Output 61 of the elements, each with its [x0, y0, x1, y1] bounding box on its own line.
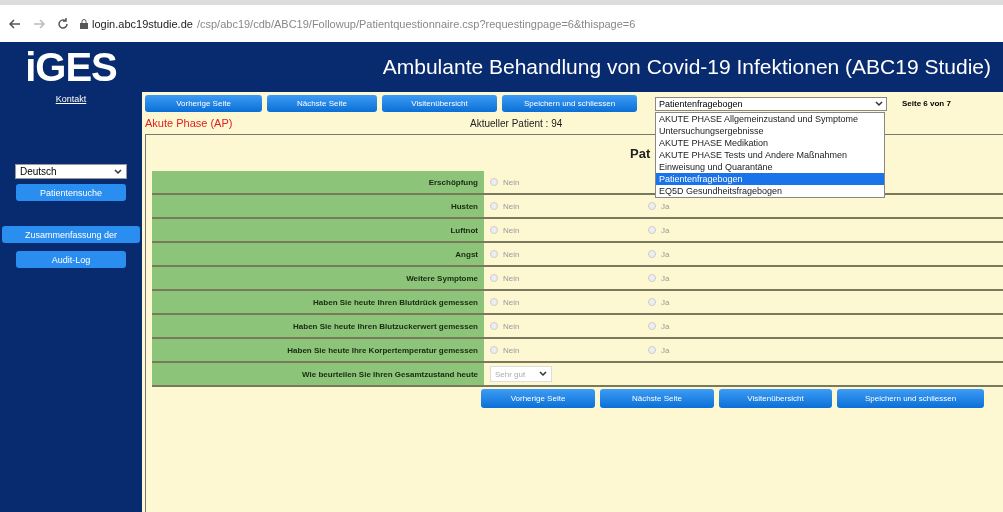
dropdown-option[interactable]: Untersuchungsergebnisse: [656, 124, 884, 137]
nav-button[interactable]: Vorherige Seite: [481, 389, 595, 408]
page-select[interactable]: Patientenfragebogen: [655, 96, 887, 111]
reload-icon[interactable]: [56, 16, 70, 31]
sidebar-button[interactable]: Zusammenfassung der: [2, 226, 140, 243]
question-label: Haben Sie heute Ihre Korpertemperatur gemessen: [152, 339, 484, 361]
radio-option[interactable]: Nein: [490, 321, 648, 331]
page-indicator: Seite 6 von 7: [902, 99, 951, 108]
dropdown-option[interactable]: AKUTE PHASE Medikation: [656, 136, 884, 149]
radio-option[interactable]: Ja: [648, 201, 748, 211]
caret-icon: [114, 168, 122, 175]
radio-option[interactable]: Nein: [490, 345, 648, 355]
radio-option[interactable]: Nein: [490, 273, 648, 283]
question-label: Haben Sie heute Ihren Blutdrück gemessen: [152, 291, 484, 313]
radio-option[interactable]: Nein: [490, 297, 648, 307]
language-select[interactable]: Deutsch: [15, 164, 127, 179]
phase-label: Akute Phase (AP): [145, 117, 234, 129]
question-label: Husten: [152, 195, 484, 217]
url-host: login.abc19studie.de: [92, 17, 193, 30]
question-label: Wie beurteilen Sie Ihren Gesamtzustand heute: [152, 363, 484, 385]
url-path: /csp/abc19/cdb/ABC19/Followup/Patientquestionnaire.csp?requestingpage=6&thispage=6: [196, 17, 636, 30]
nav-button[interactable]: Speichern und schliessen: [837, 389, 984, 408]
dropdown-option[interactable]: Einweisung und Quarantäne: [656, 160, 884, 173]
caret-icon: [875, 100, 883, 107]
question-label: Angst: [152, 243, 484, 265]
question-label: Erschöpfung: [152, 171, 484, 193]
nav-button[interactable]: Vorherige Seite: [145, 95, 262, 112]
radio-option[interactable]: Ja: [648, 225, 748, 235]
back-icon[interactable]: [8, 16, 22, 31]
caret-icon: [539, 371, 547, 377]
radio-option[interactable]: Ja: [648, 345, 748, 355]
nav-button[interactable]: Visitenübersicht: [719, 389, 832, 408]
contact-link[interactable]: Kontakt: [55, 94, 87, 104]
question-label: Weitere Symptome: [152, 267, 484, 289]
rating-select[interactable]: Sehr gut: [490, 366, 552, 382]
address-bar[interactable]: login.abc19studie.de /csp/abc19/cdb/ABC19/Followup/Patientquestionnaire.csp?requestingpage=6&thispage=6: [80, 17, 636, 30]
radio-option[interactable]: Nein: [490, 177, 648, 187]
logo: iGES: [25, 44, 117, 90]
lock-icon: [80, 18, 88, 29]
dropdown-option[interactable]: EQ5D Gesundheitsfragebogen: [656, 184, 884, 197]
question-label: Haben Sie heute Ihren Blutzuckerwert gemessen: [152, 315, 484, 337]
radio-option[interactable]: Ja: [648, 249, 748, 259]
radio-option[interactable]: Nein: [490, 225, 648, 235]
radio-option[interactable]: Ja: [648, 321, 748, 331]
nav-button[interactable]: Speichern und schliessen: [502, 95, 637, 112]
radio-option[interactable]: Ja: [648, 297, 748, 307]
dropdown-option[interactable]: AKUTE PHASE Allgemeinzustand und Symptome: [656, 112, 884, 125]
nav-button[interactable]: Nächste Seite: [267, 95, 377, 112]
question-label: Luftnot: [152, 219, 484, 241]
nav-button[interactable]: Visitenübersicht: [382, 95, 497, 112]
dropdown-option[interactable]: Patientenfragebogen: [656, 172, 884, 185]
form-title: Pat: [630, 145, 651, 161]
dropdown-option[interactable]: AKUTE PHASE Tests und Andere Maßnahmen: [656, 148, 884, 161]
current-patient: Aktueller Patient : 94: [470, 117, 563, 129]
radio-option[interactable]: Nein: [490, 249, 648, 259]
radio-option[interactable]: Ja: [648, 273, 748, 283]
sidebar-button[interactable]: Patientensuche: [16, 184, 126, 201]
radio-option[interactable]: Nein: [490, 201, 648, 211]
page-title: Ambulante Behandlung von Covid-19 Infektionen (ABC19 Studie): [382, 55, 991, 79]
nav-button[interactable]: Nächste Seite: [600, 389, 714, 408]
sidebar-button[interactable]: Audit-Log: [16, 251, 126, 268]
